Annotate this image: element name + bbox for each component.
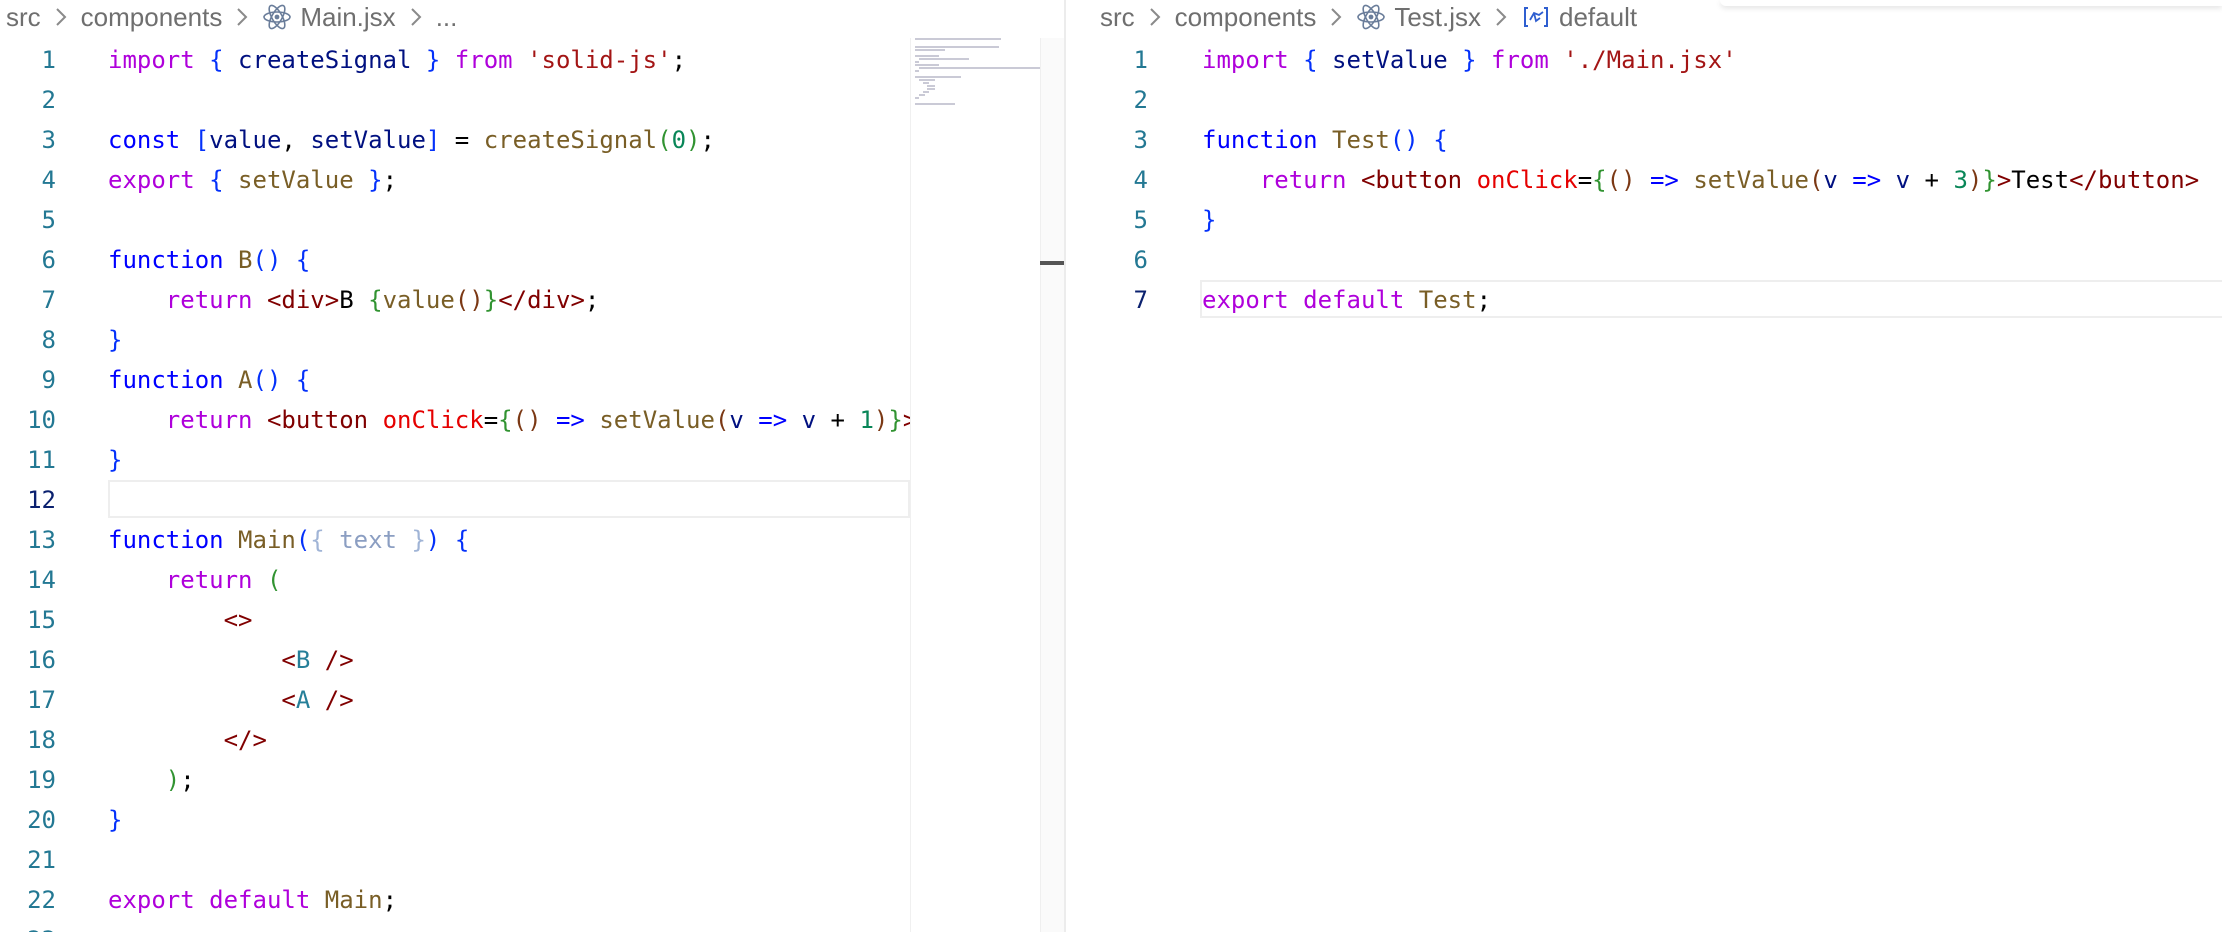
breadcrumb-components[interactable]: components xyxy=(1173,2,1319,33)
cursor-position-marker xyxy=(1040,261,1064,265)
line-number: 2 xyxy=(41,86,56,114)
editor-pane-main[interactable]: src components Main.jsx ... 1 2 3 4 5 6 … xyxy=(0,0,1064,932)
line-number: 9 xyxy=(41,366,56,394)
code-line[interactable]: <B /> xyxy=(108,640,353,680)
code-editor[interactable]: 1 2 3 4 5 6 7 import { setValue } from '… xyxy=(1066,40,2222,932)
breadcrumb-file[interactable]: Main.jsx xyxy=(298,2,397,33)
line-number: 11 xyxy=(27,446,56,474)
editor-pane-test[interactable]: src components Test.jsx default 1 2 3 4 xyxy=(1066,0,2222,932)
line-number: 22 xyxy=(27,886,56,914)
line-number: 8 xyxy=(41,326,56,354)
code-line[interactable]: } xyxy=(108,320,122,360)
line-number: 3 xyxy=(41,126,56,154)
breadcrumb-src[interactable]: src xyxy=(4,2,43,33)
line-number: 17 xyxy=(27,686,56,714)
code-line[interactable]: function A() { xyxy=(108,360,310,400)
chevron-right-icon xyxy=(49,0,73,34)
line-number: 13 xyxy=(27,526,56,554)
code-line[interactable]: function Main({ text }) { xyxy=(108,520,469,560)
code-line[interactable]: } xyxy=(1202,200,1216,240)
code-line[interactable]: return <button onClick={() => setValue(v… xyxy=(108,400,917,440)
line-number: 1 xyxy=(1133,46,1148,74)
react-icon xyxy=(263,4,292,30)
line-number: 3 xyxy=(1133,126,1148,154)
chevron-right-icon xyxy=(1143,0,1167,34)
code-line[interactable]: export default Test; xyxy=(1202,280,1491,320)
code-line[interactable]: } xyxy=(108,440,122,480)
line-number: 14 xyxy=(27,566,56,594)
line-number: 5 xyxy=(1133,206,1148,234)
breadcrumb-more[interactable]: ... xyxy=(434,2,460,33)
line-number-active: 12 xyxy=(27,486,56,514)
line-number-active: 7 xyxy=(1133,286,1148,314)
code-line[interactable]: import { createSignal } from 'solid-js'; xyxy=(108,40,686,80)
code-line[interactable]: </> xyxy=(108,720,267,760)
line-number: 15 xyxy=(27,606,56,634)
chevron-right-icon xyxy=(1489,0,1513,34)
line-number: 5 xyxy=(41,206,56,234)
line-number: 10 xyxy=(27,406,56,434)
code-editor[interactable]: 1 2 3 4 5 6 7 8 9 10 11 12 13 14 15 16 1… xyxy=(0,40,1064,932)
code-line[interactable]: } xyxy=(108,800,122,840)
line-number: 20 xyxy=(27,806,56,834)
line-number: 4 xyxy=(41,166,56,194)
line-number: 23 xyxy=(0,920,56,932)
breadcrumb-components[interactable]: components xyxy=(79,2,225,33)
breadcrumb-symbol[interactable]: default xyxy=(1557,2,1639,33)
line-number: 18 xyxy=(27,726,56,754)
chevron-right-icon xyxy=(230,0,254,34)
code-line[interactable]: ); xyxy=(108,760,195,800)
chevron-right-icon xyxy=(404,0,428,34)
code-line[interactable]: return <div>B {value()}</div>; xyxy=(108,280,600,320)
line-number: 16 xyxy=(27,646,56,674)
code-line[interactable]: export { setValue }; xyxy=(108,160,397,200)
code-line[interactable]: const [value, setValue] = createSignal(0… xyxy=(108,120,715,160)
breadcrumb-src[interactable]: src xyxy=(1098,2,1137,33)
vertical-scrollbar[interactable] xyxy=(1040,38,1064,932)
symbol-field-icon xyxy=(1524,7,1549,27)
code-line[interactable]: export default Main; xyxy=(108,880,397,920)
line-number: 7 xyxy=(41,286,56,314)
line-number: 4 xyxy=(1133,166,1148,194)
breadcrumb: src components Main.jsx ... xyxy=(0,0,1064,34)
line-number: 6 xyxy=(41,246,56,274)
react-icon xyxy=(1357,4,1386,30)
code-line[interactable]: <> xyxy=(108,600,253,640)
code-line[interactable]: function Test() { xyxy=(1202,120,1448,160)
current-line-highlight xyxy=(108,480,910,518)
line-number: 19 xyxy=(27,766,56,794)
line-number: 1 xyxy=(41,46,56,74)
chevron-right-icon xyxy=(1324,0,1348,34)
line-number: 6 xyxy=(1133,246,1148,274)
code-line[interactable]: return <button onClick={() => setValue(v… xyxy=(1202,160,2199,200)
line-number: 21 xyxy=(27,846,56,874)
code-line[interactable]: function B() { xyxy=(108,240,310,280)
overlay-edge xyxy=(1720,0,2222,6)
code-line[interactable]: <A /> xyxy=(108,680,353,720)
minimap[interactable] xyxy=(910,38,1041,932)
code-line[interactable]: return ( xyxy=(108,560,282,600)
line-number: 2 xyxy=(1133,86,1148,114)
code-line[interactable]: import { setValue } from './Main.jsx' xyxy=(1202,40,1737,80)
breadcrumb-file[interactable]: Test.jsx xyxy=(1392,2,1483,33)
